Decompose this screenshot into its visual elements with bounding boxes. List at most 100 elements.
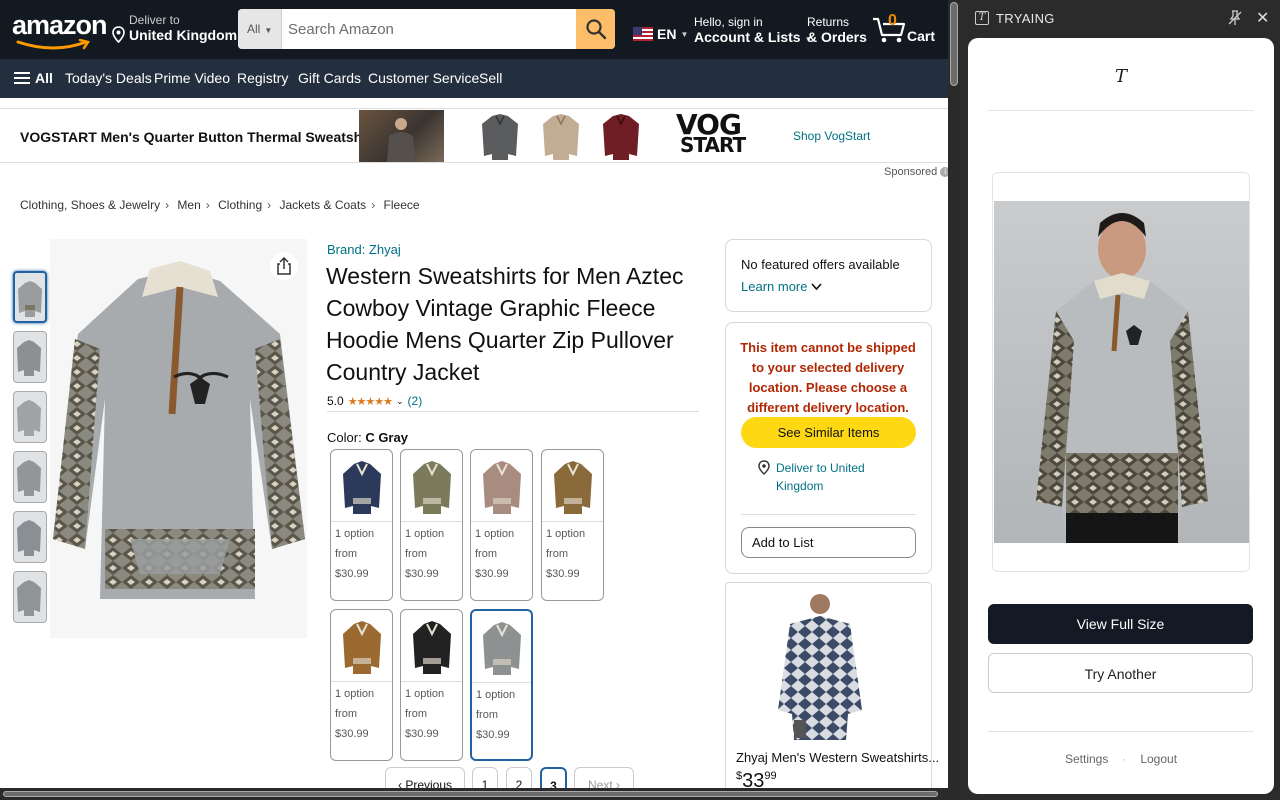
language-selector[interactable]: EN ▼: [633, 26, 688, 42]
nav-prime-video[interactable]: Prime Video: [154, 70, 230, 86]
color-swatch[interactable]: 1 option from $30.99: [470, 609, 533, 761]
learn-more-label: Learn more: [741, 279, 808, 294]
swatch-options: 1 option: [476, 689, 516, 701]
recommended-product-image[interactable]: [770, 590, 870, 740]
product-title: Western Sweatshirts for Men Aztec Cowboy…: [326, 263, 684, 385]
vogstart-brand-logo[interactable]: VOG START: [676, 110, 756, 162]
sponsored-item-maroon[interactable]: [599, 110, 643, 162]
scrollbar-thumb[interactable]: [950, 2, 958, 86]
image-thumbnails: [13, 271, 47, 631]
extension-side-panel: T TRYAING ✕ T View Full Size Try Another…: [960, 0, 1280, 800]
sweatshirt-image: [482, 114, 518, 160]
returns-orders-link[interactable]: Returns & Orders: [807, 15, 867, 45]
sweatshirt-image: [18, 281, 42, 317]
learn-more-link[interactable]: Learn more: [741, 279, 822, 294]
logout-link[interactable]: Logout: [1140, 752, 1177, 766]
sweatshirt-image: [412, 620, 451, 674]
color-swatch[interactable]: 1 option from $30.99: [541, 449, 604, 601]
info-icon: i: [940, 167, 948, 177]
extension-footer: Settings · Logout: [968, 752, 1274, 766]
man-in-sweatshirt-image: [778, 594, 862, 740]
shop-vogstart-link[interactable]: Shop VogStart: [793, 129, 870, 143]
breadcrumb-item[interactable]: Men: [177, 198, 200, 212]
search-category-select[interactable]: All ▼: [238, 9, 282, 49]
price-fraction: 99: [764, 770, 777, 782]
sponsored-label[interactable]: Sponsored i: [884, 166, 948, 178]
sponsored-item-tan[interactable]: [539, 110, 583, 162]
language-code: EN: [657, 26, 677, 42]
settings-link[interactable]: Settings: [1065, 752, 1108, 766]
sweatshirt-image: [53, 261, 305, 599]
us-flag-icon: [633, 27, 653, 41]
vertical-scrollbar[interactable]: [948, 0, 960, 800]
sponsored-lifestyle-image[interactable]: [359, 110, 444, 162]
brand-link[interactable]: Brand: Zhyaj: [327, 242, 401, 257]
sponsored-brand-bar[interactable]: VOGSTART Men's Quarter Button Thermal Sw…: [0, 108, 948, 163]
try-on-result-image[interactable]: [994, 201, 1249, 543]
horizontal-scrollbar[interactable]: [0, 788, 960, 800]
nav-sell[interactable]: Sell: [479, 70, 502, 86]
recommended-product-title[interactable]: Zhyaj Men's Western Sweatshirts...: [736, 750, 939, 765]
nav-gift-cards[interactable]: Gift Cards: [298, 70, 361, 86]
share-button[interactable]: [270, 252, 298, 280]
account-menu[interactable]: Hello, sign in Account & Lists ▼: [694, 15, 812, 45]
amazon-logo[interactable]: amazon: [12, 10, 108, 50]
divider: [988, 110, 1254, 111]
brand-logo-line1: VOG: [676, 108, 742, 141]
swatch-image: [331, 450, 392, 522]
nav-todays-deals[interactable]: Today's Deals: [65, 70, 152, 86]
swatch-price: $30.99: [405, 568, 439, 580]
thumbnail-2[interactable]: [13, 331, 47, 383]
review-count-link[interactable]: (2): [408, 394, 423, 408]
cart-button[interactable]: 0 Cart: [872, 12, 938, 48]
thumbnail-6[interactable]: [13, 571, 47, 623]
rating-value: 5.0: [327, 394, 344, 408]
view-full-size-button[interactable]: View Full Size: [988, 604, 1253, 644]
try-another-button[interactable]: Try Another: [988, 653, 1253, 693]
deliver-to-link[interactable]: Deliver to United Kingdom: [758, 459, 876, 495]
model-wearing-sweatshirt-image: [1036, 213, 1208, 543]
swatch-from: from: [475, 548, 497, 560]
divider: [741, 514, 916, 515]
search-button[interactable]: [576, 9, 615, 49]
breadcrumb-item[interactable]: Fleece: [384, 198, 420, 212]
main-product-image[interactable]: [50, 239, 307, 638]
color-swatch[interactable]: 1 option from $30.99: [330, 449, 393, 601]
thumbnail-5[interactable]: [13, 511, 47, 563]
sweatshirt-image: [17, 400, 41, 436]
search-input[interactable]: [282, 9, 576, 49]
star-rating-icon[interactable]: ★★★★★: [348, 395, 393, 408]
see-similar-items-button[interactable]: See Similar Items: [741, 417, 916, 448]
search-bar: All ▼: [238, 9, 615, 49]
thumbnail-1[interactable]: [13, 271, 47, 323]
sponsored-product-title[interactable]: VOGSTART Men's Quarter Button Thermal Sw…: [20, 129, 376, 145]
all-menu-button[interactable]: All: [14, 70, 53, 86]
color-swatch[interactable]: 1 option from $30.99: [470, 449, 533, 601]
sweatshirt-image: [17, 580, 41, 616]
color-swatch[interactable]: 1 option from $30.99: [400, 609, 463, 761]
swatch-from: from: [335, 548, 357, 560]
add-to-list-button[interactable]: Add to List: [741, 527, 916, 558]
sponsored-item-gray[interactable]: [478, 110, 522, 162]
unpin-icon[interactable]: [1228, 10, 1242, 26]
nav-registry[interactable]: Registry: [237, 70, 288, 86]
sweatshirt-image: [603, 114, 639, 160]
swatch-price: $30.99: [475, 568, 509, 580]
logo-text: amazon: [12, 10, 108, 40]
cart-count: 0: [888, 12, 897, 29]
nav-customer-service[interactable]: Customer Service: [368, 70, 479, 86]
share-icon: [277, 257, 291, 275]
breadcrumb-item[interactable]: Jackets & Coats: [279, 198, 366, 212]
scrollbar-thumb[interactable]: [3, 791, 938, 797]
chevron-down-icon[interactable]: ⌄: [396, 396, 404, 407]
close-icon[interactable]: ✕: [1256, 8, 1269, 28]
color-swatch[interactable]: 1 option from $30.99: [400, 449, 463, 601]
thumbnail-4[interactable]: [13, 451, 47, 503]
color-swatch[interactable]: 1 option from $30.99: [330, 609, 393, 761]
orders-label: & Orders: [807, 29, 867, 45]
swatch-options: 1 option: [405, 688, 445, 700]
thumbnail-3[interactable]: [13, 391, 47, 443]
breadcrumb-item[interactable]: Clothing: [218, 198, 262, 212]
swatch-options: 1 option: [475, 528, 515, 540]
breadcrumb-item[interactable]: Clothing, Shoes & Jewelry: [20, 198, 160, 212]
